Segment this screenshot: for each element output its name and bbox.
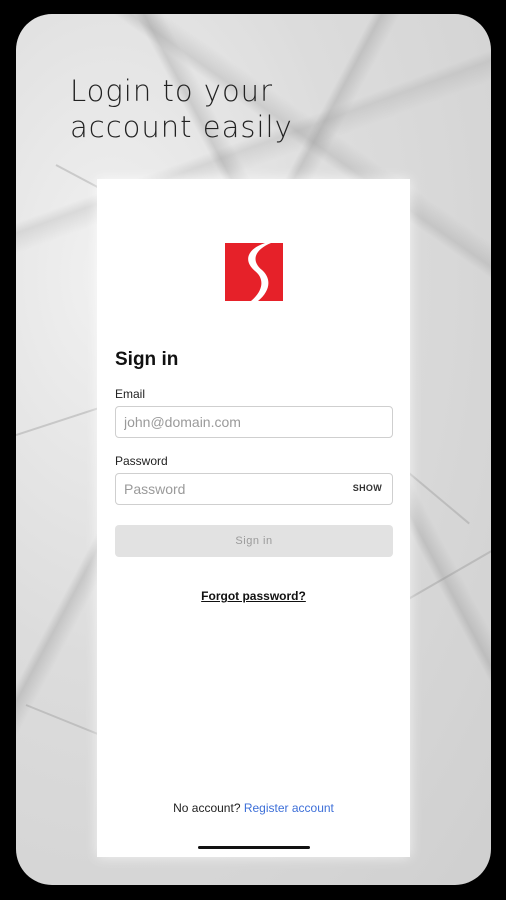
email-field-box bbox=[115, 406, 393, 438]
brand-s-logo-icon bbox=[225, 243, 283, 301]
password-label: Password bbox=[115, 454, 168, 468]
password-field[interactable] bbox=[116, 474, 342, 504]
sign-in-button[interactable]: Sign in bbox=[115, 525, 393, 557]
headline: Login to your account easily bbox=[70, 73, 370, 145]
no-account-text: No account? bbox=[173, 801, 241, 815]
headline-line-1: Login to your bbox=[70, 74, 273, 108]
register-account-link[interactable]: Register account bbox=[244, 801, 334, 815]
home-indicator bbox=[198, 846, 310, 849]
show-password-button[interactable]: SHOW bbox=[353, 483, 382, 493]
sign-in-card: Sign in Email Password SHOW Sign in Forg… bbox=[97, 179, 410, 857]
headline-line-2: account easily bbox=[70, 110, 293, 144]
register-prompt: No account? Register account bbox=[97, 801, 410, 815]
email-label: Email bbox=[115, 387, 146, 401]
sign-in-title: Sign in bbox=[115, 349, 179, 370]
password-field-box: SHOW bbox=[115, 473, 393, 505]
email-field[interactable] bbox=[116, 407, 342, 437]
forgot-password-link[interactable]: Forgot password? bbox=[97, 589, 410, 603]
